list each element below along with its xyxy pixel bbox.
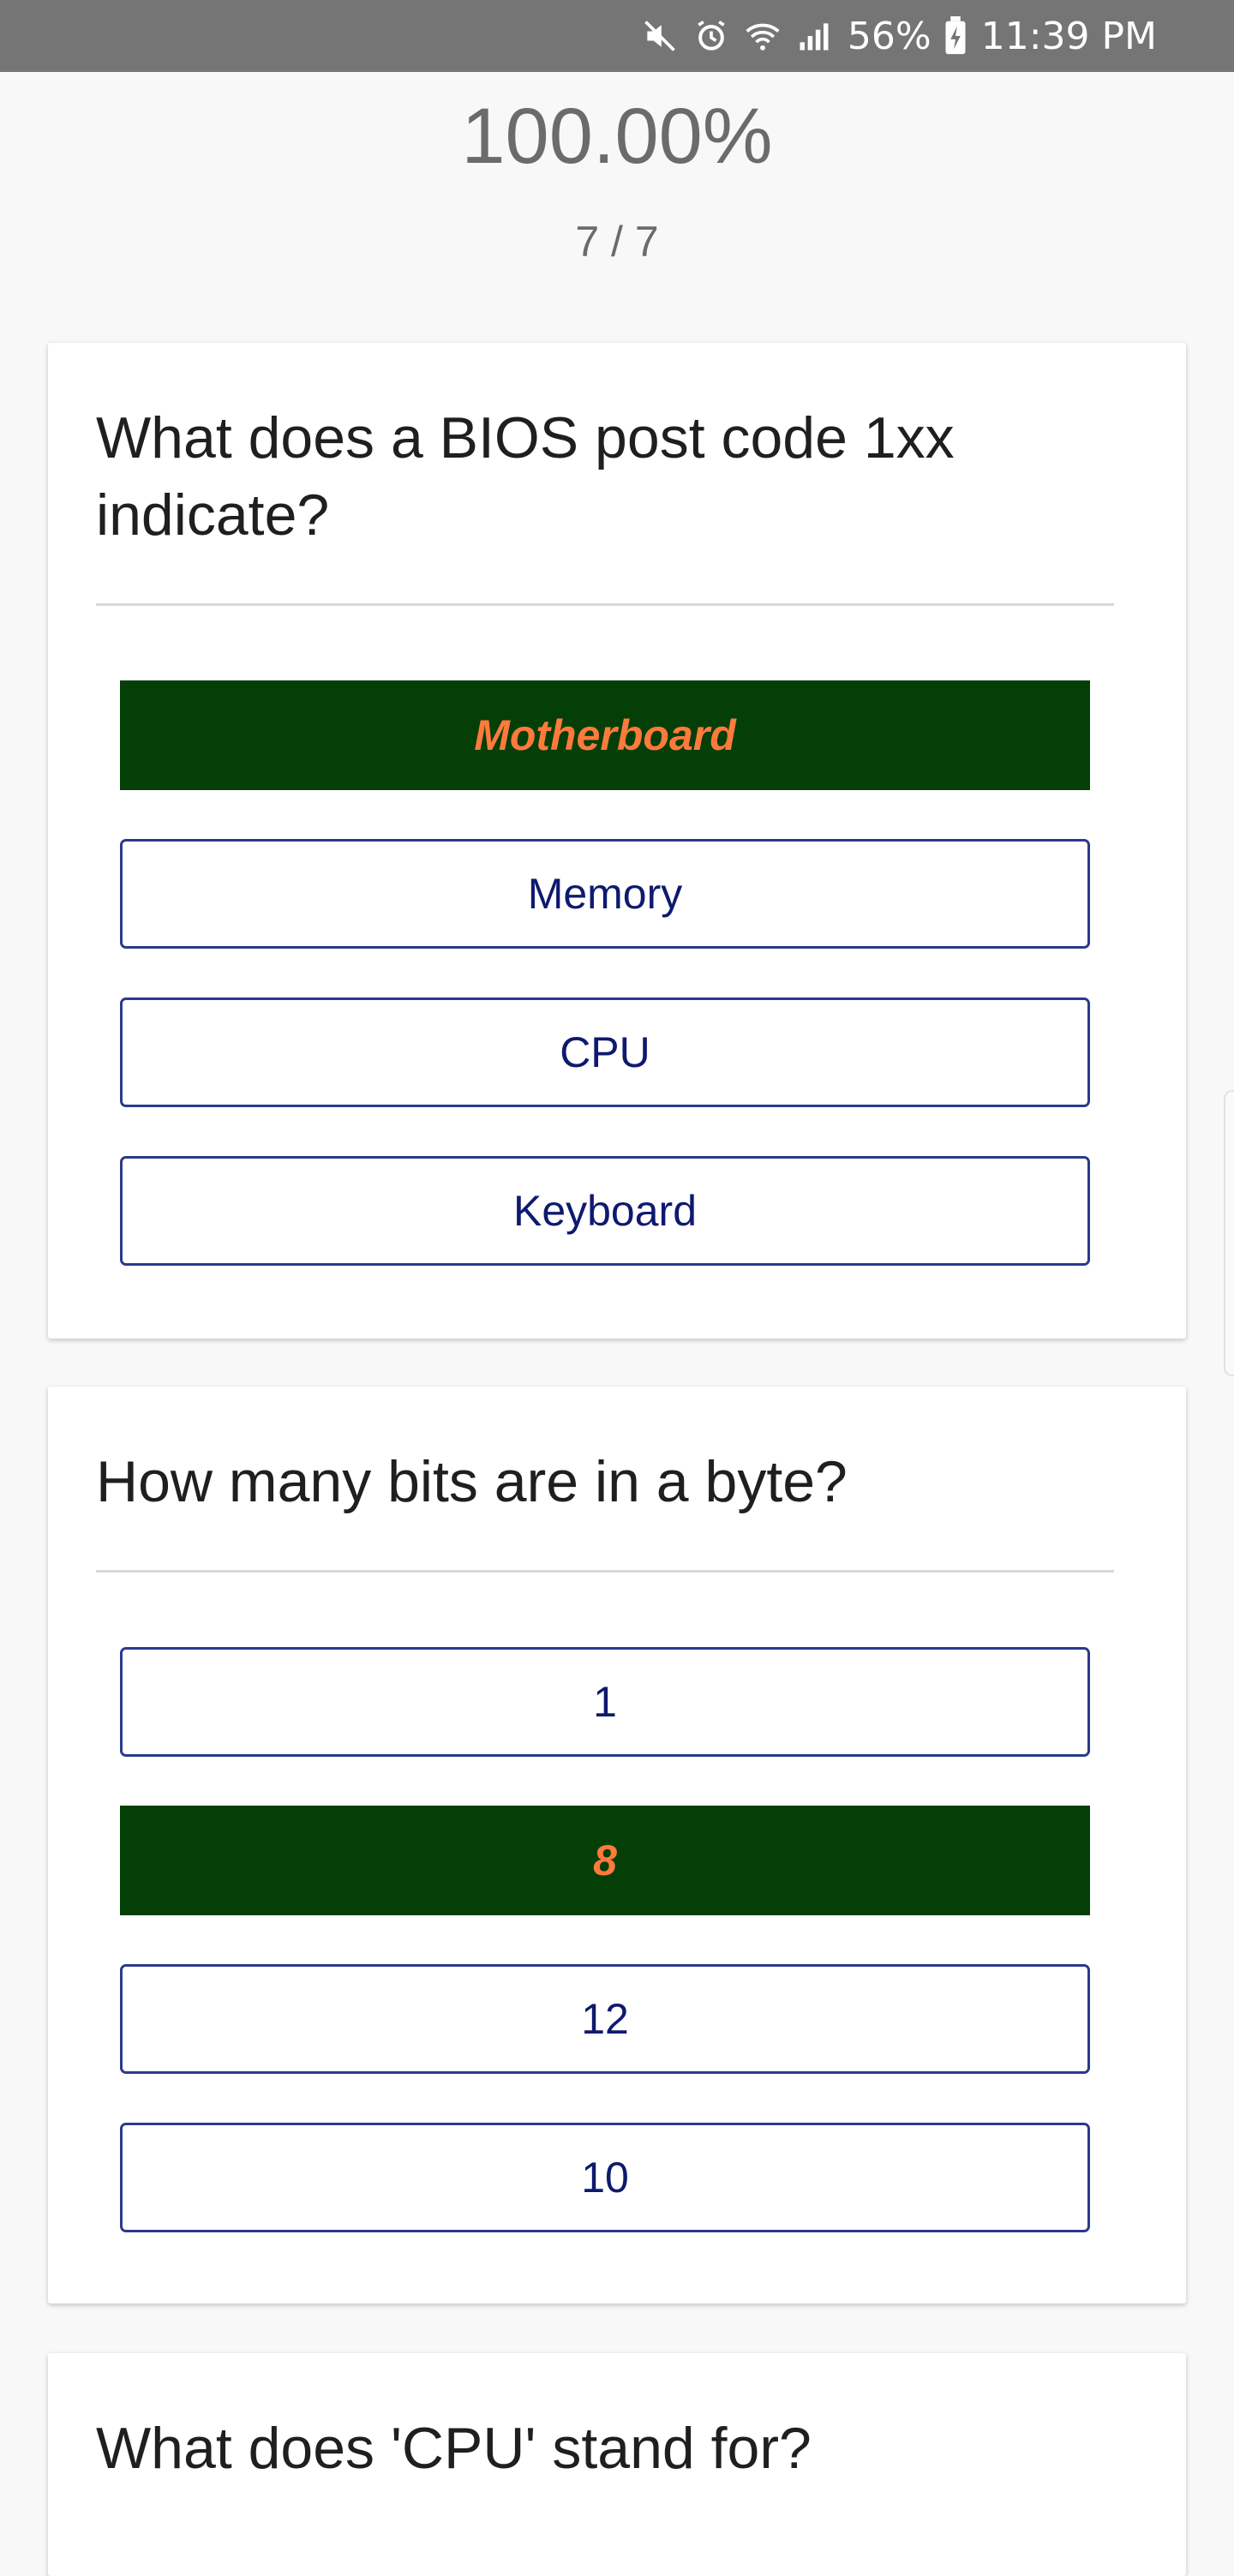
question-text: How many bits are in a byte? <box>96 1449 848 1514</box>
divider <box>96 1570 1114 1573</box>
answer-option[interactable]: CPU <box>120 997 1090 1107</box>
status-icons <box>640 16 834 56</box>
edge-panel-handle[interactable] <box>1224 1090 1234 1376</box>
answer-option[interactable]: Keyboard <box>120 1156 1090 1266</box>
answer-option[interactable]: 1 <box>120 1647 1090 1757</box>
divider <box>96 603 1114 606</box>
answer-option[interactable]: Memory <box>120 839 1090 949</box>
answer-option-correct[interactable]: 8 <box>120 1806 1090 1915</box>
wifi-icon <box>743 16 782 56</box>
status-bar: 56% 11:39 PM <box>0 0 1234 72</box>
battery-icon <box>943 16 969 56</box>
score-percentage: 100.00% <box>461 93 773 180</box>
answer-option[interactable]: 12 <box>120 1964 1090 2074</box>
answer-option-correct[interactable]: Motherboard <box>120 680 1090 790</box>
mute-icon <box>640 16 680 56</box>
battery-percentage: 56% <box>847 14 931 58</box>
question-text: What does 'CPU' stand for? <box>96 2416 812 2481</box>
alarm-icon <box>692 16 731 56</box>
question-progress: 7 / 7 <box>575 218 659 266</box>
question-card: What does 'CPU' stand for? <box>48 2353 1186 2576</box>
answer-option[interactable]: 10 <box>120 2123 1090 2232</box>
question-card: What does a BIOS post code 1xx indicate?… <box>48 343 1186 1339</box>
signal-icon <box>794 16 834 56</box>
question-card: How many bits are in a byte? 1 8 12 10 <box>48 1387 1186 2303</box>
question-text: What does a BIOS post code 1xx indicate? <box>96 405 955 548</box>
clock: 11:39 PM <box>980 14 1157 58</box>
